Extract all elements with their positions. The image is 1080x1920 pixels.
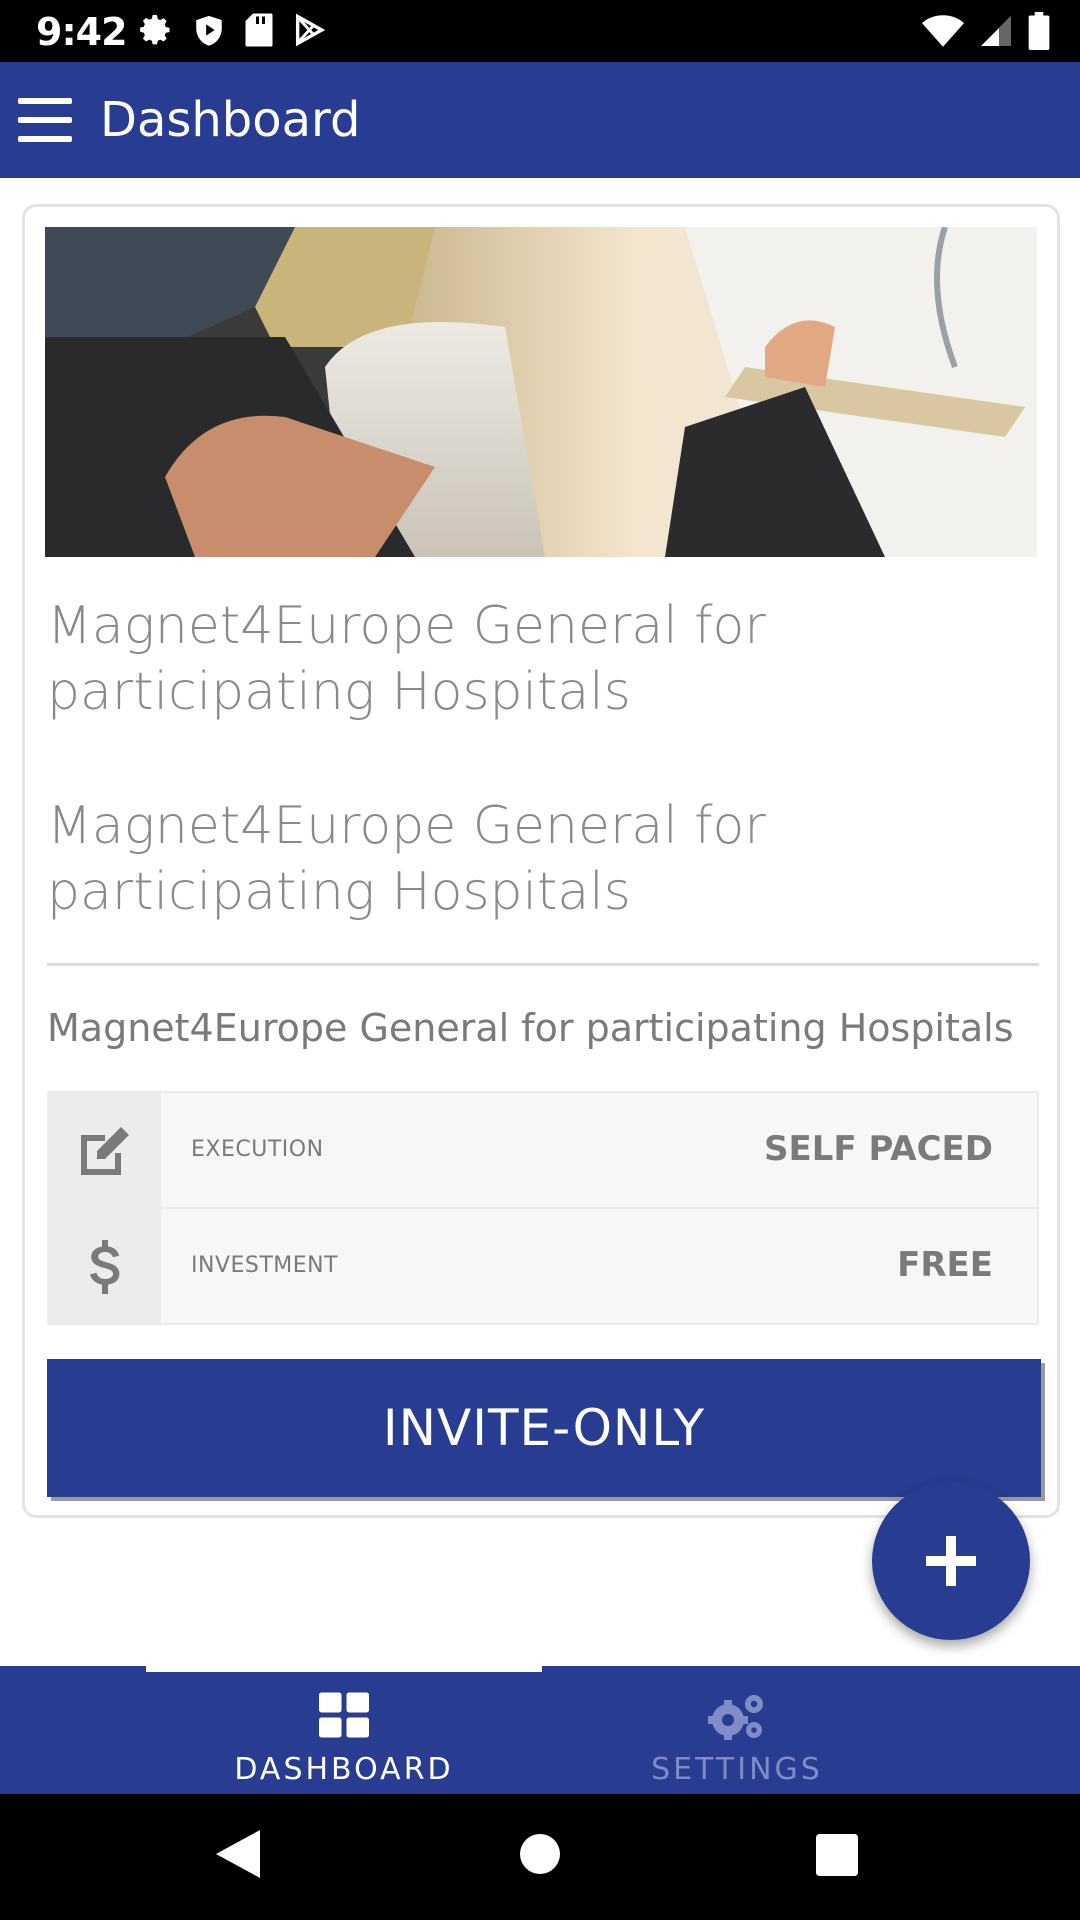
info-row-investment: INVESTMENT FREE — [49, 1209, 1037, 1325]
course-card[interactable]: Magnet4Europe General for participating … — [22, 204, 1060, 1518]
info-label: INVESTMENT — [191, 1253, 339, 1278]
course-description: Magnet4Europe General for participating … — [47, 1006, 1014, 1050]
back-icon[interactable] — [216, 1830, 260, 1883]
tab-settings[interactable]: SETTINGS — [537, 1666, 937, 1794]
bottom-nav: DASHBOARD SETTINGS — [0, 1666, 1080, 1794]
course-image — [45, 227, 1037, 557]
sd-card-icon — [245, 13, 273, 47]
course-title: Magnet4Europe General for participating … — [47, 596, 766, 722]
battery-icon — [1028, 12, 1050, 50]
play-store-icon — [295, 13, 326, 47]
tab-dashboard[interactable]: DASHBOARD — [144, 1666, 544, 1794]
menu-line — [18, 136, 72, 142]
course-info-table: EXECUTION SELF PACED INVESTMENT FREE — [47, 1091, 1039, 1325]
page-title: Dashboard — [100, 92, 361, 148]
tab-label: SETTINGS — [651, 1752, 823, 1787]
shield-icon — [196, 15, 222, 46]
hamburger-menu-icon[interactable] — [14, 90, 76, 150]
add-fab-button[interactable] — [872, 1482, 1030, 1640]
info-row-execution: EXECUTION SELF PACED — [49, 1093, 1037, 1209]
course-subtitle: Magnet4Europe General for participating … — [47, 796, 766, 922]
status-bar: 9:42 — [0, 0, 1080, 62]
invite-only-button[interactable]: INVITE-ONLY — [47, 1359, 1041, 1497]
divider — [47, 963, 1039, 966]
menu-line — [18, 117, 72, 123]
home-icon[interactable] — [520, 1834, 560, 1879]
menu-line — [18, 98, 72, 104]
info-label: EXECUTION — [191, 1137, 324, 1162]
settings-icon — [140, 15, 170, 45]
info-value: SELF PACED — [764, 1129, 993, 1169]
wifi-icon — [922, 15, 964, 47]
edit-icon — [49, 1093, 161, 1209]
grid-icon — [144, 1692, 544, 1738]
info-value: FREE — [897, 1245, 993, 1285]
doctor-consultation-photo — [45, 227, 1037, 557]
dollar-icon — [49, 1209, 161, 1325]
app-bar: Dashboard — [0, 62, 1080, 178]
tab-label: DASHBOARD — [234, 1752, 454, 1787]
status-time: 9:42 — [36, 10, 128, 54]
plus-icon — [926, 1536, 976, 1586]
status-icons-left — [138, 12, 326, 48]
status-icons-right — [922, 12, 1050, 50]
system-nav-bar — [0, 1794, 1080, 1920]
cell-signal-icon — [981, 16, 1011, 46]
recents-icon[interactable] — [816, 1834, 858, 1881]
gears-icon — [537, 1692, 937, 1742]
